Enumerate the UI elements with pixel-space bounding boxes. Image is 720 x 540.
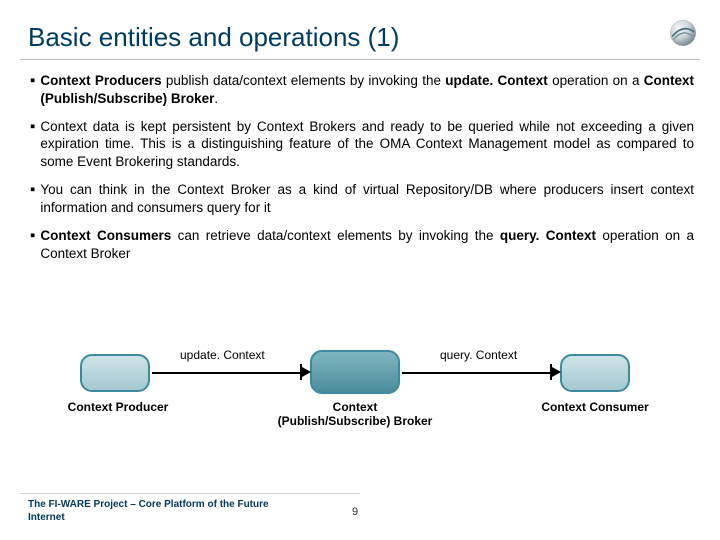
diagram: update. Context query. Context Context P… — [0, 340, 720, 460]
bullet-marker: ▪ — [30, 181, 35, 217]
page-number: 9 — [352, 506, 358, 518]
title-divider — [20, 59, 700, 60]
bullet-marker: ▪ — [30, 227, 35, 263]
footer-divider — [20, 493, 360, 494]
bullet-item: ▪ Context Consumers can retrieve data/co… — [30, 227, 694, 263]
producer-node — [80, 354, 150, 392]
arrow-query-label: query. Context — [440, 348, 517, 362]
arrow-query — [402, 372, 558, 374]
bullet-marker: ▪ — [30, 118, 35, 171]
bullet-item: ▪ Context Producers publish data/context… — [30, 72, 694, 108]
bullet-list: ▪ Context Producers publish data/context… — [0, 72, 720, 262]
arrow-head-icon — [552, 367, 561, 377]
producer-label: Context Producer — [38, 400, 198, 414]
bullet-text: You can think in the Context Broker as a… — [40, 181, 694, 217]
arrow-head-icon — [302, 367, 311, 377]
bullet-marker: ▪ — [30, 72, 35, 108]
arrow-update — [152, 372, 308, 374]
broker-node — [310, 350, 400, 394]
bullet-text: Context Producers publish data/context e… — [40, 72, 694, 108]
bullet-text: Context Consumers can retrieve data/cont… — [40, 227, 694, 263]
broker-label: Context (Publish/Subscribe) Broker — [275, 400, 435, 428]
slide-logo — [668, 18, 698, 48]
footer-text: The FI-WARE Project – Core Platform of t… — [28, 499, 288, 524]
consumer-label: Context Consumer — [515, 400, 675, 414]
arrow-update-label: update. Context — [180, 348, 265, 362]
bullet-text: Context data is kept persistent by Conte… — [40, 118, 694, 171]
bullet-item: ▪ You can think in the Context Broker as… — [30, 181, 694, 217]
consumer-node — [560, 354, 630, 392]
bullet-item: ▪ Context data is kept persistent by Con… — [30, 118, 694, 171]
slide-title: Basic entities and operations (1) — [0, 0, 720, 59]
